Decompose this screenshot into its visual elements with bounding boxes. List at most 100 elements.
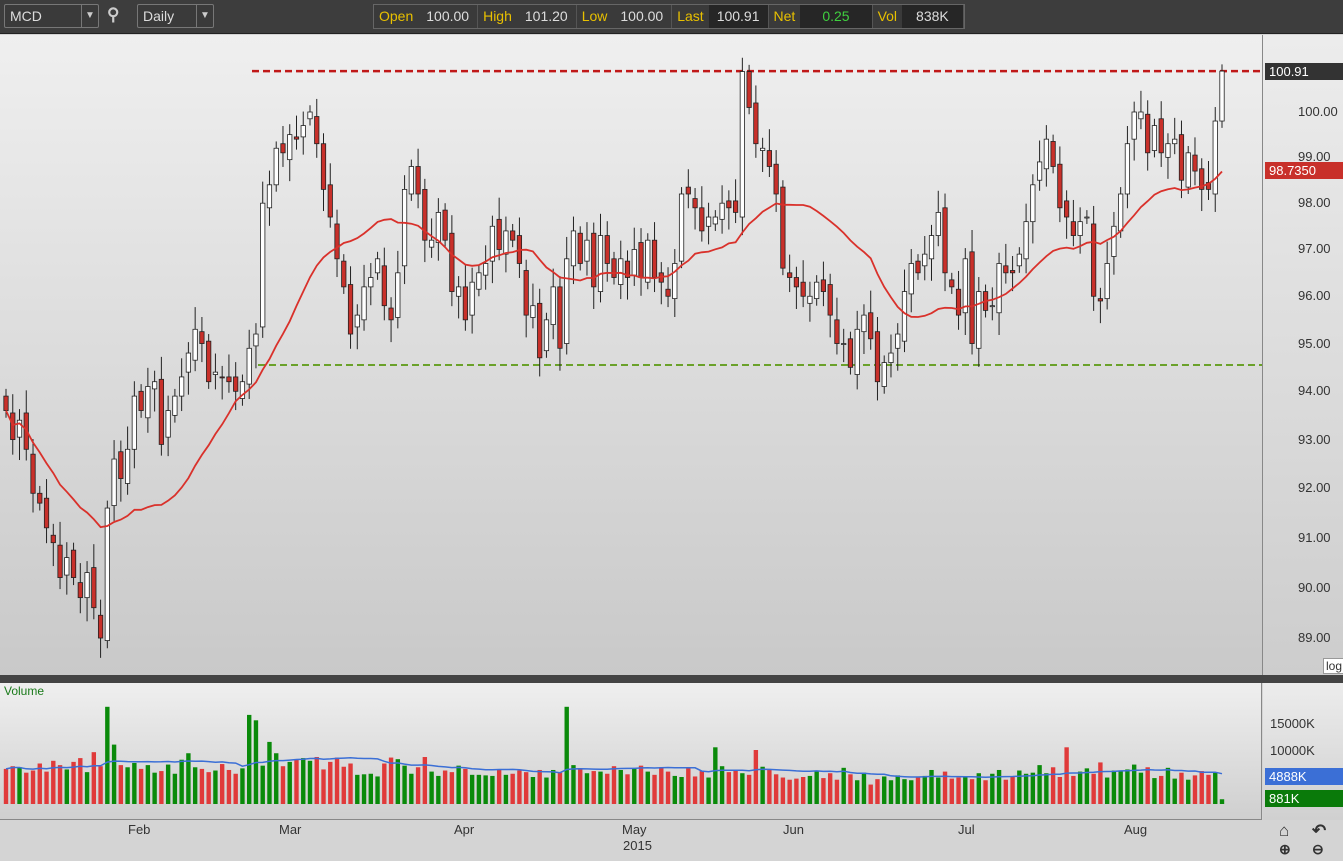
volume-bar: [226, 769, 232, 804]
candle-body: [138, 390, 144, 411]
volume-bar: [503, 774, 509, 804]
candle-body: [145, 386, 151, 419]
volume-bar: [915, 777, 921, 804]
volume-bar: [841, 767, 846, 804]
candle-body: [881, 362, 887, 387]
candle-body: [962, 258, 968, 314]
candle-body: [388, 307, 394, 321]
candle-body: [1097, 298, 1103, 302]
candle-body: [476, 272, 482, 290]
volume-bar: [1104, 777, 1110, 804]
candle-body: [401, 188, 408, 267]
volume-bar: [929, 769, 934, 804]
volume-bar: [341, 766, 346, 804]
candle-body: [496, 218, 502, 250]
candle-body: [266, 184, 273, 209]
volume-bar: [922, 775, 927, 804]
volume-bar: [632, 768, 637, 804]
volume-tick: 15000K: [1270, 716, 1315, 731]
month-label: Feb: [128, 822, 151, 837]
candle-body: [753, 102, 759, 145]
undo-icon[interactable]: ↶: [1312, 821, 1326, 841]
volume-bar: [1145, 767, 1150, 804]
volume-bar: [84, 772, 90, 804]
candle-body: [206, 340, 212, 383]
volume-bar: [598, 771, 603, 804]
candle-body: [246, 347, 252, 385]
candle-body: [955, 288, 962, 316]
volume-bar: [794, 778, 799, 804]
candle-body: [347, 284, 354, 335]
volume-bar: [328, 761, 333, 804]
volume-bar: [1037, 765, 1042, 804]
volume-bar: [64, 769, 69, 804]
volume-bar: [591, 771, 596, 804]
candle-body: [550, 286, 556, 325]
zoom-out-icon[interactable]: ⊖: [1312, 841, 1324, 858]
candle-body: [908, 263, 914, 295]
candle-body: [395, 272, 401, 318]
candle-body: [1064, 200, 1070, 218]
volume-bar: [537, 769, 542, 804]
volume-bar: [760, 766, 765, 804]
volume-bar: [746, 774, 752, 804]
volume-bar: [1023, 773, 1029, 804]
candle-body: [152, 381, 158, 390]
volume-bar: [213, 770, 218, 804]
volume-bar: [969, 779, 975, 804]
volume-bar: [875, 779, 880, 804]
log-scale-toggle[interactable]: log: [1323, 658, 1343, 674]
candle-body: [37, 492, 43, 504]
volume-bar: [807, 775, 813, 804]
zoom-in-icon[interactable]: ⊕: [1279, 841, 1291, 858]
volume-bar: [382, 763, 387, 804]
candle-body: [1118, 193, 1124, 232]
volume-bar: [1098, 762, 1103, 804]
volume-bar: [1064, 747, 1069, 804]
volume-bar: [17, 767, 22, 804]
volume-bar: [368, 773, 373, 804]
volume-bar: [625, 774, 630, 804]
volume-bar: [1206, 774, 1211, 804]
candle-body: [91, 567, 97, 609]
volume-bar: [1050, 767, 1056, 804]
candle-body: [746, 71, 752, 108]
candle-body: [462, 286, 468, 321]
volume-bar: [24, 772, 29, 804]
candle-body: [651, 239, 658, 278]
volume-bar: [57, 765, 63, 804]
candle-body: [787, 272, 793, 278]
volume-bar: [1186, 779, 1191, 804]
candle-body: [1219, 70, 1225, 122]
candle-body: [70, 549, 77, 578]
volume-bar: [773, 774, 779, 804]
candle-body: [699, 207, 705, 232]
volume-bar: [551, 769, 556, 804]
candle-body: [584, 239, 590, 262]
candle-body: [631, 249, 637, 276]
candle-body: [1016, 253, 1022, 267]
candle-body: [503, 230, 509, 255]
volume-bar: [442, 770, 448, 804]
volume-bar: [996, 769, 1002, 804]
volume-bar: [692, 776, 698, 804]
volume-bar: [990, 773, 995, 804]
candle-body: [185, 352, 191, 373]
candle-body: [1145, 113, 1151, 154]
volume-bar: [233, 773, 238, 804]
candle-body: [1003, 265, 1009, 274]
volume-bar: [719, 766, 725, 804]
candle-body: [361, 286, 367, 321]
candle-body: [645, 239, 651, 283]
volume-bar: [152, 772, 157, 804]
candle-body: [800, 281, 806, 297]
volume-bar: [1057, 777, 1063, 804]
price-tick-label: 92.00: [1298, 480, 1331, 496]
volume-bar: [530, 777, 536, 804]
candle-body: [996, 263, 1002, 314]
candle-body: [1037, 161, 1043, 181]
candle-body: [320, 143, 327, 190]
candle-body: [895, 333, 901, 349]
home-icon[interactable]: ⌂: [1279, 821, 1289, 841]
volume-bar: [902, 779, 907, 804]
